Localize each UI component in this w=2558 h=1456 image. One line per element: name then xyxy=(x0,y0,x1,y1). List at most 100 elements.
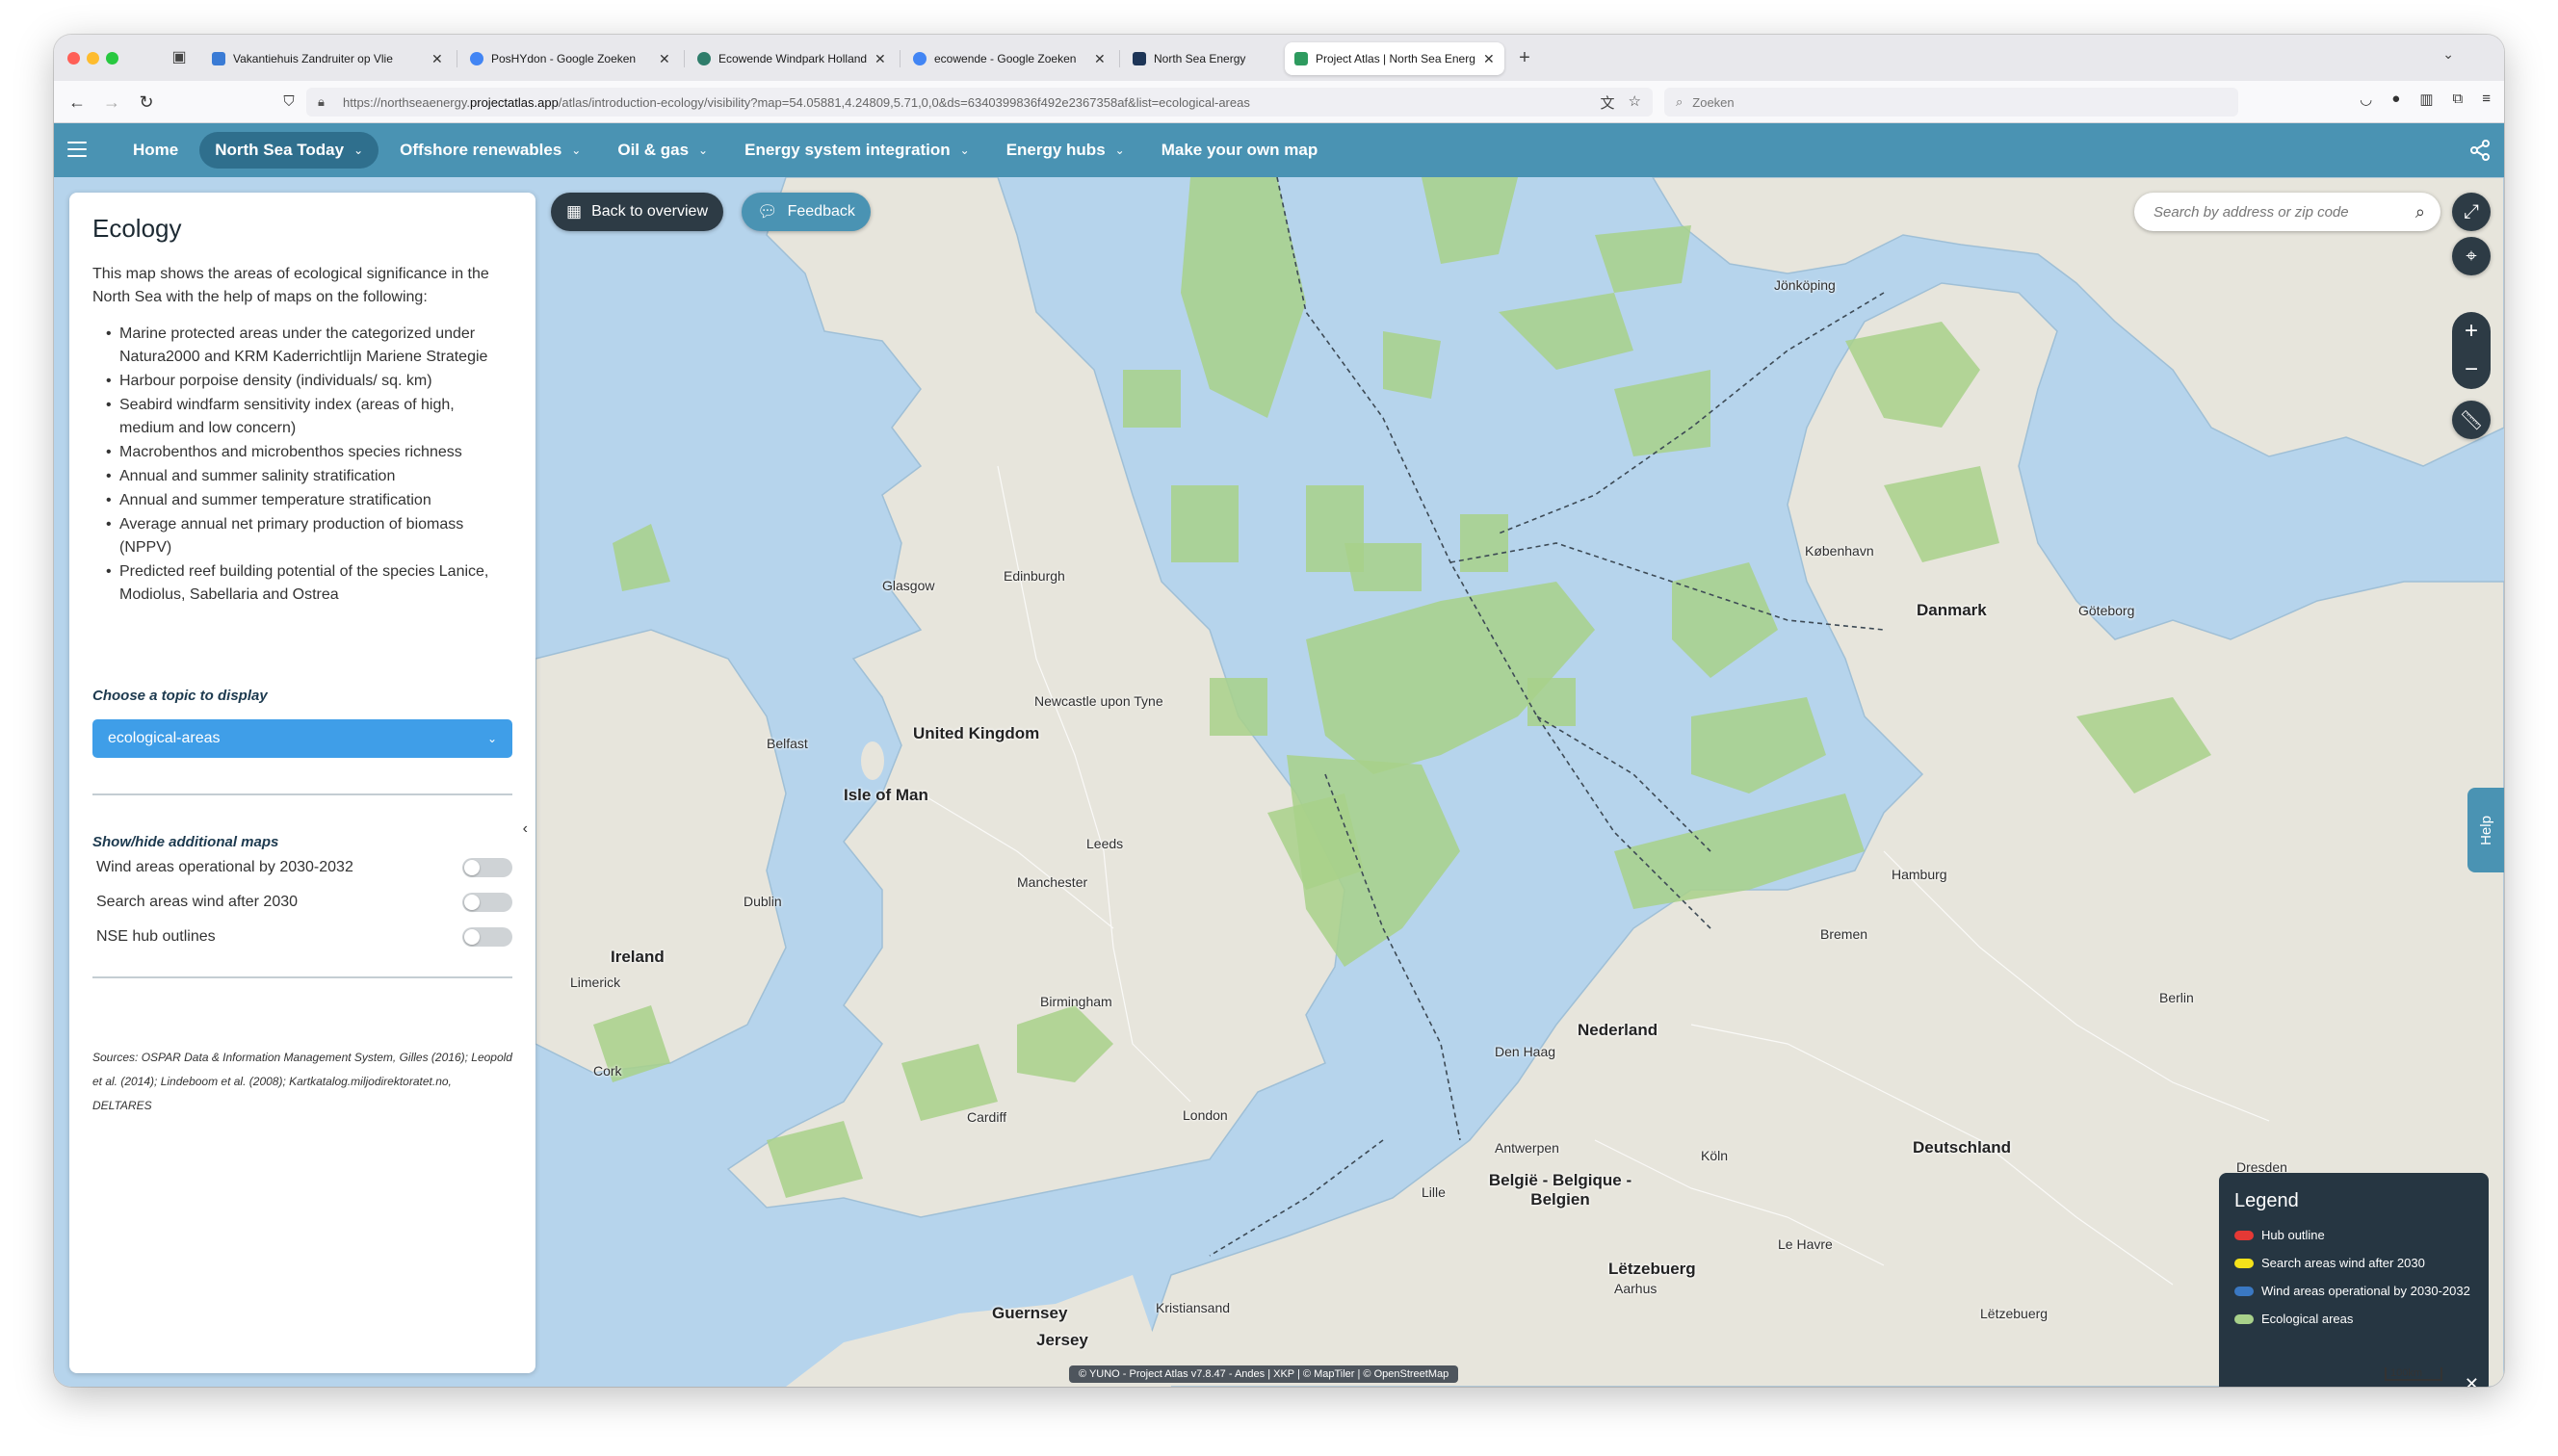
search-icon[interactable]: ⌕ xyxy=(2415,202,2425,222)
map-label-island: Isle of Man xyxy=(844,786,928,804)
chevron-down-icon: ⌄ xyxy=(353,143,364,157)
url-bar[interactable]: 🔒︎ https://northseaenergy.projectatlas.a… xyxy=(306,88,1653,117)
url-text[interactable]: https://northseaenergy.projectatlas.app/… xyxy=(343,95,1589,110)
list-item: Harbour porpoise density (individuals/ s… xyxy=(106,370,512,393)
toggle-switch[interactable] xyxy=(462,927,512,947)
translate-icon[interactable]: 文 xyxy=(1601,92,1615,113)
tab-strip: ▣ Vakantiehuis Zandruiter op Vlie ✕ PosH… xyxy=(54,35,2504,81)
favicon-icon xyxy=(1133,52,1146,65)
nav-oil-gas[interactable]: Oil & gas ⌄ xyxy=(602,132,723,169)
browser-tab[interactable]: PosHYdon - Google Zoeken ✕ xyxy=(460,42,680,75)
browser-search-field[interactable]: ⌕ Zoeken xyxy=(1664,88,2238,117)
zoom-window-button[interactable] xyxy=(106,52,118,65)
browser-tab-active[interactable]: Project Atlas | North Sea Energy ✕ xyxy=(1285,42,1504,75)
pocket-icon[interactable]: ◡ xyxy=(2360,91,2372,108)
topic-label: Choose a topic to display xyxy=(92,688,268,704)
bookmark-star-icon[interactable]: ☆ xyxy=(1629,92,1641,113)
toggle-label: Search areas wind after 2030 xyxy=(96,894,299,910)
measure-button[interactable]: 📏︎ xyxy=(2452,401,2491,439)
map-label-city: Köln xyxy=(1701,1148,1729,1163)
new-tab-button[interactable]: + xyxy=(1512,46,1537,69)
tab-separator xyxy=(1119,50,1120,67)
list-item: Annual and summer temperature stratifica… xyxy=(106,489,512,512)
hamburger-menu-icon[interactable] xyxy=(67,142,87,157)
divider xyxy=(92,793,512,795)
zoom-out-button[interactable]: − xyxy=(2452,351,2491,389)
toggle-switch[interactable] xyxy=(462,858,512,877)
close-window-button[interactable] xyxy=(67,52,80,65)
app-header: Home North Sea Today ⌄ Offshore renewable… xyxy=(54,123,2504,177)
map-label-city: Manchester xyxy=(1017,874,1088,890)
close-tab-icon[interactable]: ✕ xyxy=(1483,51,1495,67)
zoom-in-button[interactable]: + xyxy=(2452,312,2491,351)
nav-energy-system-integration[interactable]: Energy system integration ⌄ xyxy=(729,132,985,169)
fullscreen-button[interactable]: ⤢ xyxy=(2452,193,2491,231)
back-to-overview-button[interactable]: ▦ Back to overview xyxy=(551,193,723,231)
map-label-city: Aarhus xyxy=(1614,1281,1657,1296)
map-label-city: Lëtzebuerg xyxy=(1980,1306,2049,1321)
locate-button[interactable]: ⌖ xyxy=(2452,237,2491,275)
chevron-down-icon[interactable]: ⌄ xyxy=(2442,46,2454,63)
menu-icon[interactable]: ≡ xyxy=(2482,91,2491,108)
tab-overview-icon[interactable]: ▣ xyxy=(168,46,191,69)
legend-item: Search areas wind after 2030 xyxy=(2234,1254,2473,1273)
google-icon xyxy=(470,52,483,65)
library-icon[interactable]: ▥ xyxy=(2419,91,2433,108)
nav-home[interactable]: Home xyxy=(117,132,194,169)
close-tab-icon[interactable]: ✕ xyxy=(874,51,886,67)
back-arrow-icon[interactable]: ← xyxy=(65,91,89,114)
lock-icon: 🔒︎ xyxy=(318,94,325,109)
button-label: Feedback xyxy=(787,203,855,220)
map-canvas[interactable]: Glasgow Edinburgh Newcastle upon Tyne Un… xyxy=(54,177,2504,1387)
close-tab-icon[interactable]: ✕ xyxy=(1094,51,1106,67)
toggle-wind-areas-2030[interactable]: Wind areas operational by 2030-2032 xyxy=(96,857,512,878)
minimize-window-button[interactable] xyxy=(87,52,99,65)
browser-tab[interactable]: Ecowende Windpark Hollandse ✕ xyxy=(688,42,896,75)
close-tab-icon[interactable]: ✕ xyxy=(431,51,443,67)
navigation-toolbar: ← → ↻ ⛉ 🔒︎ https://northseaenergy.projec… xyxy=(54,81,2504,123)
nav-make-your-own-map[interactable]: Make your own map xyxy=(1146,132,1333,169)
chevron-down-icon: ⌄ xyxy=(959,143,970,157)
nav-offshore-renewables[interactable]: Offshore renewables ⌄ xyxy=(384,132,596,169)
close-tab-icon[interactable]: ✕ xyxy=(659,51,670,67)
map-attribution: © YUNO - Project Atlas v7.8.47 - Andes |… xyxy=(1069,1365,1459,1383)
map-label-city: Dublin xyxy=(744,894,782,909)
scale-bar: 100km xyxy=(2385,1367,2442,1381)
legend-title: Legend xyxy=(2234,1190,2299,1211)
map-icon: ▦ xyxy=(566,202,583,221)
account-icon[interactable]: ● xyxy=(2391,91,2400,108)
toggle-search-areas-wind[interactable]: Search areas wind after 2030 xyxy=(96,892,512,913)
toggle-nse-hub-outlines[interactable]: NSE hub outlines xyxy=(96,926,512,948)
browser-tab[interactable]: Vakantiehuis Zandruiter op Vlie ✕ xyxy=(202,42,453,75)
collapse-panel-icon[interactable]: ‹ xyxy=(523,820,528,838)
topic-select[interactable]: ecological-areas ⌄ xyxy=(92,719,512,758)
extensions-icon[interactable]: ⧉ xyxy=(2453,91,2464,108)
map-favicon-icon xyxy=(1294,52,1308,65)
help-tab[interactable]: Help xyxy=(2467,788,2504,872)
toggle-label: NSE hub outlines xyxy=(96,928,216,945)
map-label-city: Limerick xyxy=(570,975,621,990)
shield-icon[interactable]: ⛉ xyxy=(277,91,300,114)
nav-energy-hubs[interactable]: Energy hubs ⌄ xyxy=(991,132,1140,169)
forward-arrow-icon[interactable]: → xyxy=(100,91,123,114)
map-label-island: Guernsey xyxy=(992,1304,1068,1322)
map-label-city: Berlin xyxy=(2159,990,2194,1005)
legend-label: Hub outline xyxy=(2261,1228,2325,1242)
info-panel: Ecology This map shows the areas of ecol… xyxy=(69,193,535,1373)
close-icon[interactable]: ✕ xyxy=(2465,1374,2479,1387)
map-label-city: Newcastle upon Tyne xyxy=(1034,693,1163,709)
toggle-switch[interactable] xyxy=(462,893,512,912)
legend-label: Ecological areas xyxy=(2261,1312,2354,1326)
reload-icon[interactable]: ↻ xyxy=(135,91,158,114)
map-label-city: Edinburgh xyxy=(1004,568,1065,584)
map-label-city: Cork xyxy=(593,1063,622,1079)
address-search-input[interactable]: Search by address or zip code ⌕ xyxy=(2134,193,2441,231)
help-label: Help xyxy=(2477,815,2494,845)
browser-tab[interactable]: ecowende - Google Zoeken ✕ xyxy=(903,42,1115,75)
divider xyxy=(92,976,512,978)
feedback-button[interactable]: 💬︎ Feedback xyxy=(742,193,871,231)
nav-north-sea-today[interactable]: North Sea Today ⌄ xyxy=(199,132,379,169)
map-label-city: Göteborg xyxy=(2078,603,2135,618)
share-icon[interactable] xyxy=(2469,140,2491,161)
sources-text: Sources: OSPAR Data & Information Manage… xyxy=(92,1051,512,1112)
